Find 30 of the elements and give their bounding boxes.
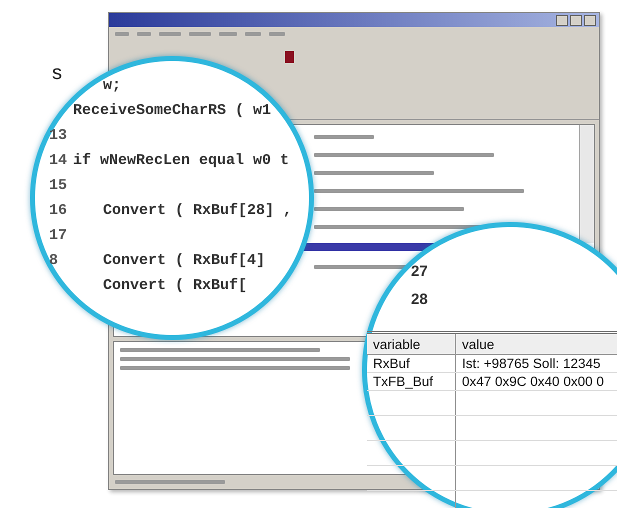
line-number: 27 bbox=[411, 262, 428, 280]
side-label: s bbox=[52, 62, 62, 85]
variable-cell: TxFB_Buf bbox=[373, 374, 434, 389]
code-line: ReceiveSomeCharRS ( w1 bbox=[73, 102, 272, 119]
line-number: 16 bbox=[49, 202, 68, 219]
code-line: Convert ( RxBuf[4] bbox=[103, 252, 266, 269]
scrollbar[interactable] bbox=[579, 125, 594, 243]
variable-cell: RxBuf bbox=[373, 356, 410, 371]
illegible-menu-item[interactable] bbox=[269, 32, 285, 36]
code-line: Convert ( RxBuf[28] , bbox=[103, 202, 292, 219]
code-line: if wNewRecLen equal w0 t bbox=[73, 152, 290, 169]
illegible-menu-item[interactable] bbox=[189, 32, 211, 36]
column-header: value bbox=[462, 336, 494, 352]
line-number: 17 bbox=[49, 227, 68, 244]
value-cell: Ist: +98765 Soll: 12345 bbox=[462, 356, 600, 371]
line-number: 15 bbox=[49, 177, 68, 194]
line-number: 28 bbox=[411, 290, 428, 308]
column-header: variable bbox=[373, 336, 420, 352]
toolbar-icon[interactable] bbox=[285, 51, 294, 63]
illegible-menu-item[interactable] bbox=[219, 32, 237, 36]
line-number: 8 bbox=[49, 252, 60, 269]
illegible-menu-item[interactable] bbox=[115, 32, 129, 36]
illegible-menu-item[interactable] bbox=[159, 32, 181, 36]
line-number: 13 bbox=[49, 127, 68, 144]
code-line: Convert ( RxBuf[ bbox=[103, 277, 248, 294]
illegible-menu-item[interactable] bbox=[245, 32, 261, 36]
value-cell: 0x47 0x9C 0x40 0x00 0 bbox=[462, 374, 604, 389]
illegible-menu-item[interactable] bbox=[137, 32, 151, 36]
line-number: 14 bbox=[49, 152, 68, 169]
code-line: w; bbox=[103, 77, 122, 94]
